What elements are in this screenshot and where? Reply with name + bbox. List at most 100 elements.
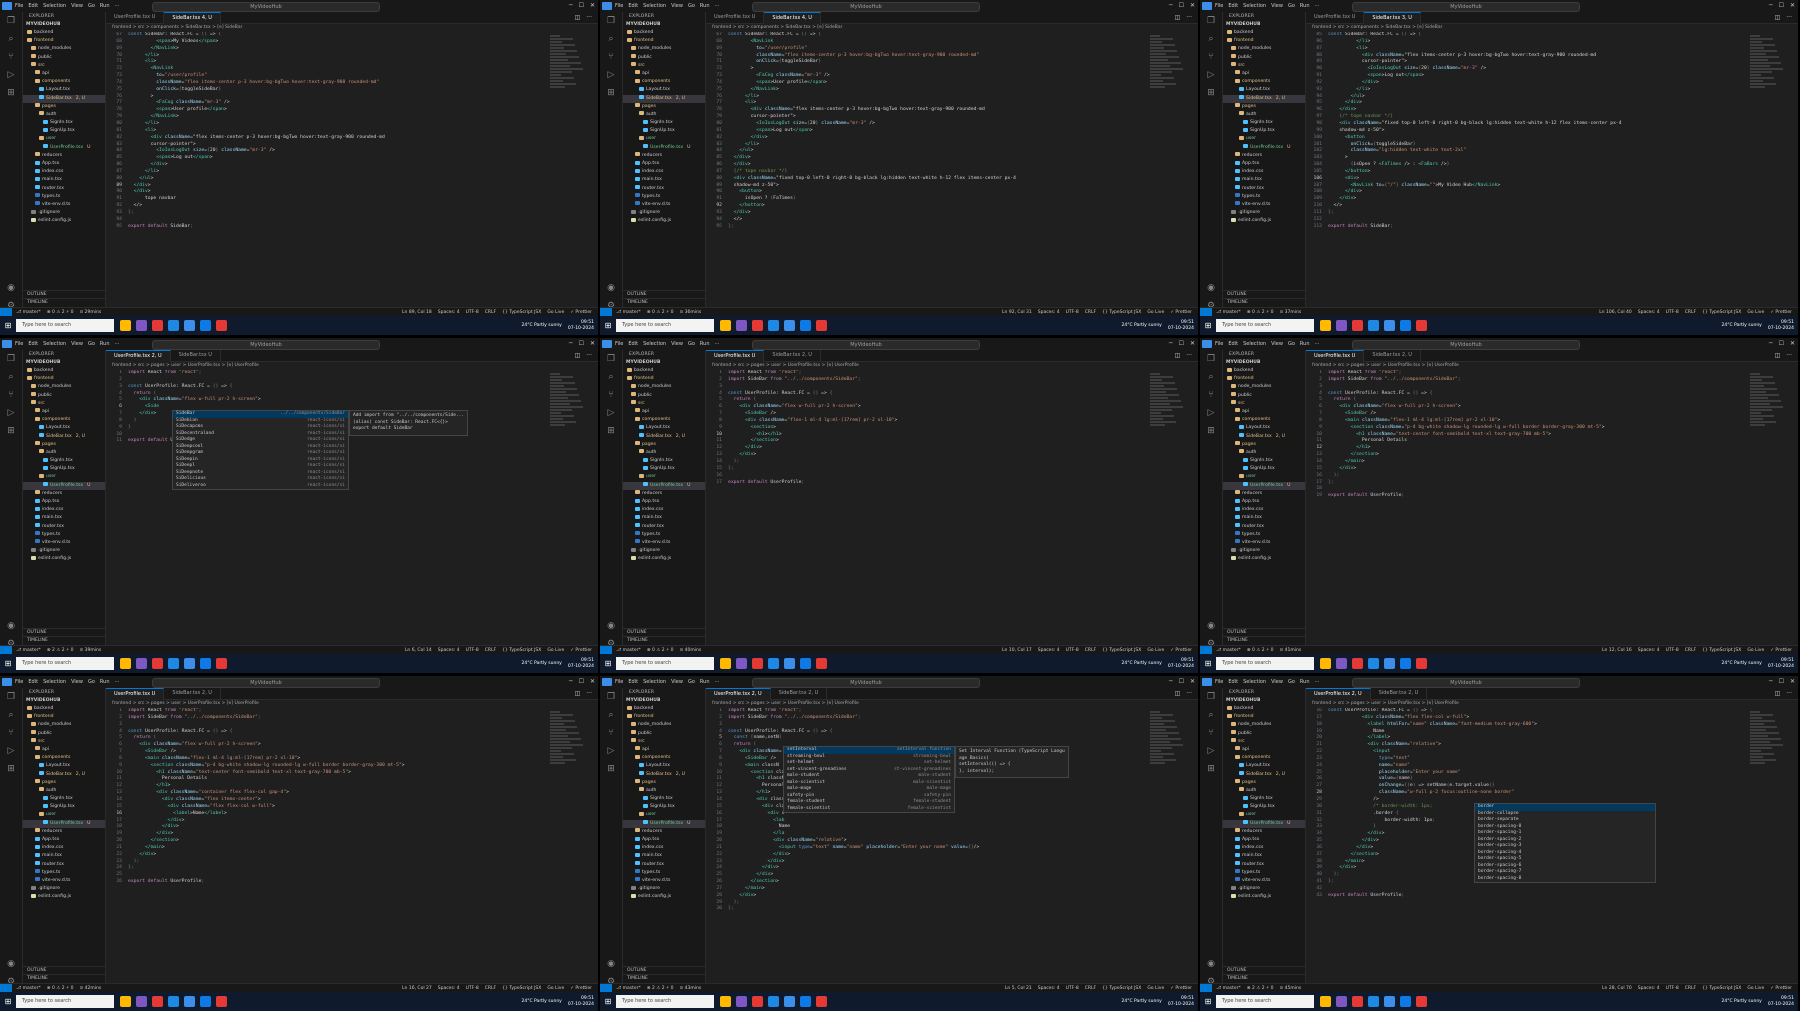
menu-item[interactable]: Run: [700, 679, 710, 685]
tree-item[interactable]: SignUp.tsx: [623, 127, 705, 135]
status-item[interactable]: {} TypeScript JSX: [1102, 648, 1141, 653]
status-item[interactable]: ⊙ 37mins: [1279, 310, 1301, 315]
status-item[interactable]: Spaces: 4: [1638, 310, 1660, 315]
editor-tab[interactable]: UserProfile.tsx U: [706, 350, 765, 362]
status-item[interactable]: {} TypeScript JSX: [1102, 310, 1141, 315]
taskbar-app-icon[interactable]: [136, 996, 147, 1007]
tree-item[interactable]: frontend: [623, 713, 705, 721]
editor-tab[interactable]: UserProfile.tsx U: [106, 688, 165, 700]
tree-item[interactable]: public: [623, 730, 705, 738]
tree-item[interactable]: SignUp.tsx: [1223, 127, 1305, 135]
status-item[interactable]: ⊙ 43mins: [679, 986, 701, 991]
tree-item[interactable]: UserProfile.tsx U: [1223, 481, 1305, 490]
tree-item[interactable]: SideBar.tsx 2, U: [23, 771, 105, 779]
tree-item[interactable]: SignIn.tsx: [23, 119, 105, 127]
status-item[interactable]: ✓ Prettier: [1170, 986, 1192, 991]
taskbar-app-icon[interactable]: [1320, 658, 1331, 669]
tree-item[interactable]: types.ts: [23, 193, 105, 201]
tree-item[interactable]: vite-env.d.ts: [1223, 877, 1305, 885]
tree-item[interactable]: api: [1223, 746, 1305, 754]
tree-item[interactable]: public: [1223, 392, 1305, 400]
status-item[interactable]: ✓ Prettier: [1770, 648, 1792, 653]
tree-item[interactable]: types.ts: [623, 193, 705, 201]
tree-item[interactable]: eslint.config.js: [23, 555, 105, 563]
status-item[interactable]: UTF-8: [1666, 648, 1679, 653]
tree-item[interactable]: UserProfile.tsx U: [623, 144, 705, 152]
tree-item[interactable]: auth: [23, 111, 105, 119]
editor-tab[interactable]: SideBar.tsx 2, U: [771, 688, 828, 699]
menu-item[interactable]: ···: [715, 341, 720, 347]
status-item[interactable]: ⎇ master*: [616, 986, 641, 991]
tree-item[interactable]: vite-env.d.ts: [623, 201, 705, 209]
tree-item[interactable]: Layout.tsx: [1223, 424, 1305, 432]
menu-item[interactable]: Run: [700, 3, 710, 9]
tree-item[interactable]: user: [23, 811, 105, 819]
minimize-icon[interactable]: ─: [569, 340, 573, 347]
menu-item[interactable]: ···: [715, 679, 720, 685]
account-icon[interactable]: ◉: [6, 959, 16, 969]
taskbar-app-icon[interactable]: [816, 320, 827, 331]
more-actions-icon[interactable]: ···: [1786, 12, 1792, 23]
status-item[interactable]: {} TypeScript JSX: [1702, 986, 1741, 991]
tree-item[interactable]: eslint.config.js: [623, 217, 705, 225]
menu-item[interactable]: File: [615, 3, 623, 9]
tree-item[interactable]: pages: [23, 779, 105, 787]
run-debug-icon[interactable]: ▷: [606, 408, 616, 418]
tree-item[interactable]: .gitignore: [1223, 547, 1305, 555]
timeline-section[interactable]: TIMELINE: [1223, 636, 1305, 645]
tree-item[interactable]: .gitignore: [623, 209, 705, 217]
status-item[interactable]: CRLF: [1085, 310, 1096, 315]
status-item[interactable]: Spaces: 4: [438, 648, 460, 653]
taskbar-app-icon[interactable]: [768, 996, 779, 1007]
taskbar-app-icon[interactable]: [136, 320, 147, 331]
workspace-root[interactable]: MYVIDEOHUB: [23, 697, 105, 705]
taskbar-app-icon[interactable]: [1416, 320, 1427, 331]
status-item[interactable]: ✓ Prettier: [570, 986, 592, 991]
remote-icon[interactable]: [600, 984, 612, 992]
remote-icon[interactable]: [1200, 646, 1212, 654]
files-icon[interactable]: ❐: [1206, 692, 1216, 702]
editor-tab[interactable]: SideBar.tsx U: [171, 350, 221, 361]
extensions-icon[interactable]: ⊞: [6, 88, 16, 98]
menu-item[interactable]: Go: [1288, 679, 1295, 685]
taskbar-app-icon[interactable]: [1384, 320, 1395, 331]
source-control-icon[interactable]: ⑂: [1206, 390, 1216, 400]
run-debug-icon[interactable]: ▷: [1206, 408, 1216, 418]
editor-tab[interactable]: SideBar.tsx 2, U: [1371, 688, 1428, 699]
status-item[interactable]: ⎇ master*: [16, 310, 41, 315]
minimap[interactable]: [1750, 710, 1784, 770]
tree-item[interactable]: eslint.config.js: [23, 893, 105, 901]
tree-item[interactable]: UserProfile.tsx U: [623, 819, 705, 828]
tree-item[interactable]: SignUp.tsx: [623, 465, 705, 473]
timeline-section[interactable]: TIMELINE: [1223, 974, 1305, 983]
taskbar-app-icon[interactable]: [216, 658, 227, 669]
extensions-icon[interactable]: ⊞: [606, 88, 616, 98]
tree-item[interactable]: router.tsx: [1223, 523, 1305, 531]
status-item[interactable]: {} TypeScript JSX: [1702, 310, 1741, 315]
command-center-search[interactable]: MyVideoHub: [752, 678, 980, 688]
status-item[interactable]: {} TypeScript JSX: [502, 986, 541, 991]
search-icon[interactable]: ⌕: [606, 34, 616, 44]
run-debug-icon[interactable]: ▷: [6, 746, 16, 756]
windows-start-icon[interactable]: ⊞: [0, 659, 16, 668]
status-item[interactable]: ⊙ 40mins: [679, 648, 701, 653]
menu-item[interactable]: Run: [100, 679, 110, 685]
status-item[interactable]: UTF-8: [1066, 986, 1079, 991]
tree-item[interactable]: SignIn.tsx: [623, 795, 705, 803]
status-item[interactable]: ⎇ master*: [16, 648, 41, 653]
account-icon[interactable]: ◉: [6, 283, 16, 293]
status-item[interactable]: ⎇ master*: [1216, 648, 1241, 653]
menu-item[interactable]: Go: [88, 341, 95, 347]
remote-icon[interactable]: [0, 646, 12, 654]
tree-item[interactable]: App.tsx: [23, 160, 105, 168]
menu-item[interactable]: ···: [115, 3, 120, 9]
status-item[interactable]: ✓ Prettier: [570, 648, 592, 653]
taskbar-app-icon[interactable]: [184, 658, 195, 669]
menu-item[interactable]: Run: [700, 341, 710, 347]
source-control-icon[interactable]: ⑂: [6, 728, 16, 738]
remote-icon[interactable]: [1200, 984, 1212, 992]
maximize-icon[interactable]: ☐: [1779, 2, 1784, 9]
editor-tab[interactable]: SideBar.tsx 2, U: [764, 350, 821, 361]
status-item[interactable]: {} TypeScript JSX: [1702, 648, 1741, 653]
tree-item[interactable]: .gitignore: [623, 547, 705, 555]
